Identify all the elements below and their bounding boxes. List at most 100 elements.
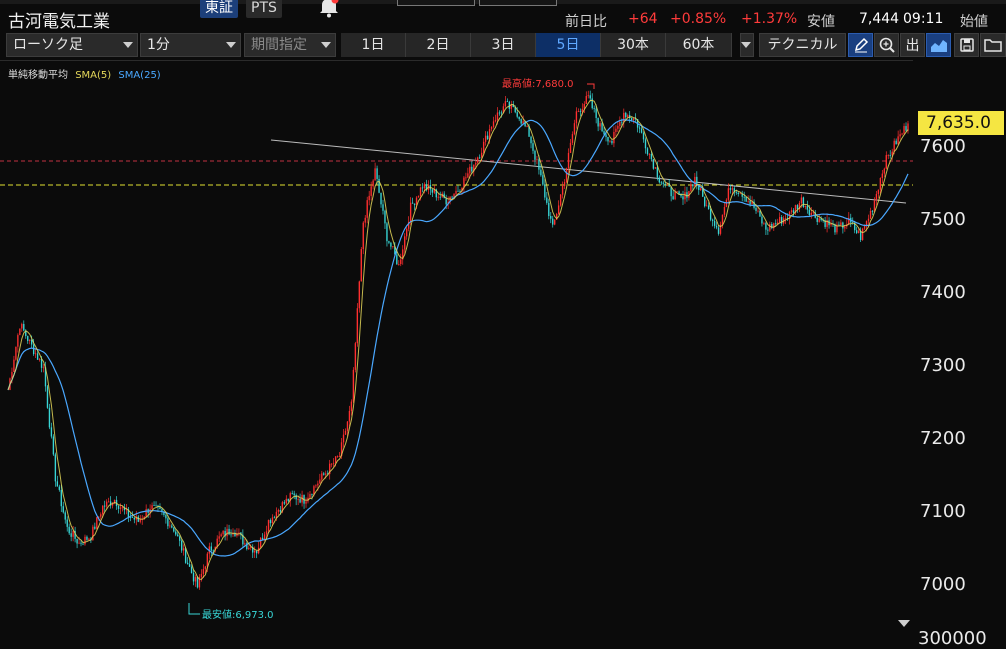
candle xyxy=(46,386,49,408)
save-icon[interactable] xyxy=(954,33,979,57)
candle xyxy=(540,169,542,176)
candle xyxy=(48,407,51,428)
range-more-dropdown[interactable] xyxy=(740,33,754,57)
candle xyxy=(749,200,751,205)
candle xyxy=(901,133,903,135)
range-2d-tab[interactable]: 2日 xyxy=(406,33,471,57)
candle xyxy=(386,223,388,242)
candle xyxy=(263,534,266,540)
exchange-pts-button[interactable]: PTS xyxy=(246,0,282,18)
candle xyxy=(477,157,479,163)
candle xyxy=(615,128,617,132)
candle xyxy=(145,509,147,517)
candle xyxy=(727,188,730,200)
candle xyxy=(735,192,737,194)
candle xyxy=(613,131,615,144)
candle xyxy=(342,434,345,443)
folder-icon[interactable] xyxy=(980,33,1006,57)
candle xyxy=(567,152,570,169)
scroll-down-icon[interactable] xyxy=(898,620,910,627)
cut-off-control[interactable] xyxy=(479,0,557,6)
period-select[interactable]: 期間指定 xyxy=(244,33,336,57)
candle xyxy=(840,222,842,226)
candle xyxy=(662,182,664,184)
candle xyxy=(34,353,37,355)
chart-type-select[interactable]: ローソク足 xyxy=(6,33,138,57)
candle xyxy=(601,123,603,132)
candle xyxy=(463,177,465,188)
trend-line[interactable] xyxy=(270,139,907,204)
chart-canvas[interactable]: 最高値:7,680.0 最安値:6,973.0 xyxy=(0,60,913,638)
candle xyxy=(889,155,891,156)
candle xyxy=(579,111,582,113)
candle xyxy=(682,196,684,200)
alert-bell-icon[interactable] xyxy=(316,0,342,18)
candle xyxy=(792,210,795,213)
range-60bars-tab[interactable]: 60本 xyxy=(666,33,732,57)
candle xyxy=(374,168,376,181)
y-tick-7200: 7200 xyxy=(920,428,966,449)
candle xyxy=(372,180,374,187)
candle xyxy=(617,125,619,129)
candle xyxy=(887,155,889,156)
candle xyxy=(765,223,767,230)
candle xyxy=(76,538,78,544)
candle xyxy=(863,226,866,229)
candle xyxy=(737,192,739,194)
candle xyxy=(800,197,803,204)
high-annotation: 最高値:7,680.0 xyxy=(502,77,574,90)
candle xyxy=(368,195,370,201)
candle xyxy=(672,196,674,200)
candle xyxy=(254,550,256,553)
candle xyxy=(479,157,481,159)
candle xyxy=(690,184,692,192)
range-30bars-tab[interactable]: 30本 xyxy=(601,33,666,57)
range-3d-tab[interactable]: 3日 xyxy=(471,33,536,57)
range-1d-tab[interactable]: 1日 xyxy=(341,33,406,57)
candle xyxy=(309,494,311,498)
candle xyxy=(526,126,528,127)
candle xyxy=(577,111,580,113)
candle xyxy=(548,202,550,217)
candle xyxy=(325,473,327,475)
candle xyxy=(838,224,840,226)
volume-icon[interactable]: 出 xyxy=(900,33,925,57)
pencil-icon[interactable] xyxy=(848,33,873,57)
candle xyxy=(360,249,362,282)
candle xyxy=(390,242,392,247)
candle xyxy=(875,194,878,201)
chevron-down-icon xyxy=(226,42,236,48)
candle xyxy=(315,485,317,487)
candle xyxy=(36,353,39,360)
candle xyxy=(70,533,72,537)
candle xyxy=(642,132,645,140)
candle xyxy=(29,339,31,342)
zoom-icon[interactable] xyxy=(874,33,899,57)
exchange-tse-button[interactable]: 東証 xyxy=(200,0,238,18)
candle xyxy=(121,507,124,509)
candle xyxy=(206,553,209,567)
candle xyxy=(757,210,759,212)
candle xyxy=(844,226,846,229)
low-label: 安値 xyxy=(807,14,835,30)
area-chart-icon[interactable] xyxy=(926,33,951,57)
candle xyxy=(745,196,747,202)
interval-select[interactable]: 1分 xyxy=(140,33,241,57)
candle xyxy=(905,126,907,131)
candle xyxy=(747,200,749,202)
chart-type-value: ローソク足 xyxy=(13,37,83,53)
range-5d-tab[interactable]: 5日 xyxy=(536,33,601,57)
cut-off-control[interactable] xyxy=(397,0,475,6)
candle xyxy=(674,191,676,200)
candle xyxy=(196,577,199,588)
candle xyxy=(554,219,556,225)
candle xyxy=(536,159,538,161)
candle xyxy=(885,155,887,169)
technical-button[interactable]: テクニカル xyxy=(759,33,846,57)
candle xyxy=(575,111,578,124)
price-chart[interactable]: 最高値:7,680.0 最安値:6,973.0 xyxy=(0,61,913,638)
candle xyxy=(763,223,765,224)
candle xyxy=(775,223,777,225)
indicator-legend: 単純移動平均 SMA(5) SMA(25) xyxy=(8,66,161,81)
candle xyxy=(605,134,607,138)
